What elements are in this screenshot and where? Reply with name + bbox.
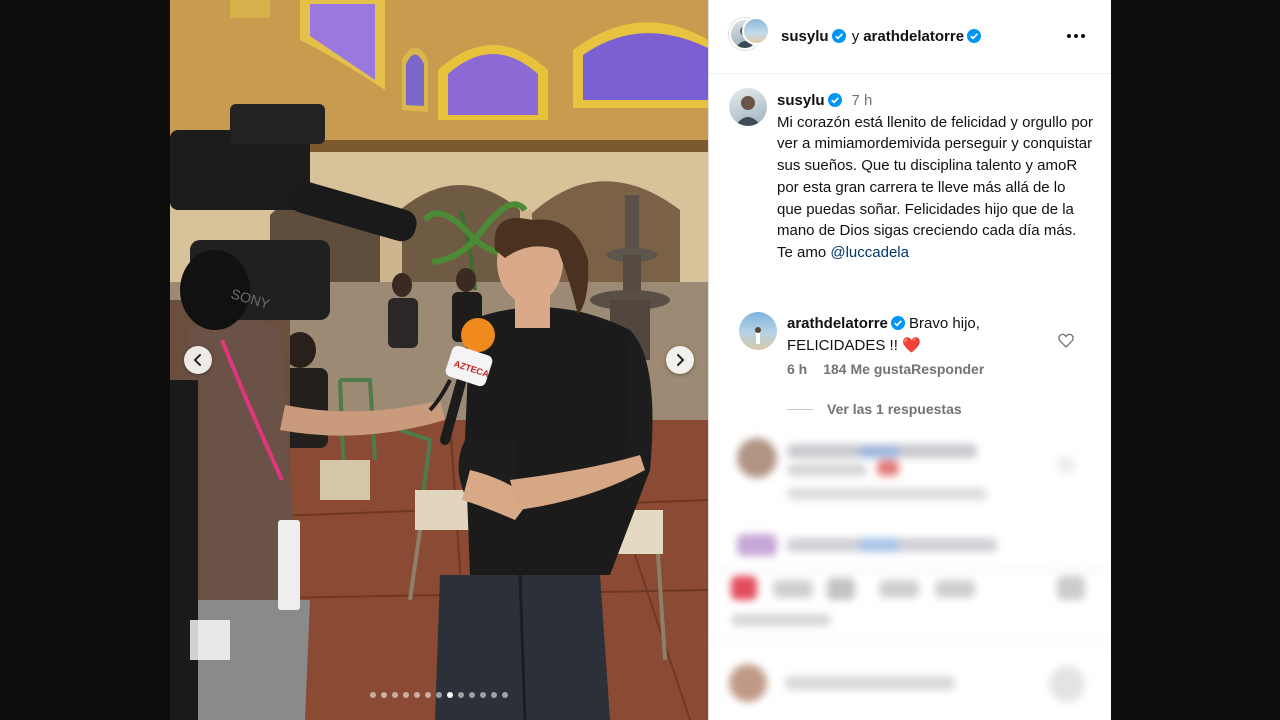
reply-button[interactable]: Responder	[911, 361, 984, 377]
more-icon	[1067, 34, 1071, 38]
chevron-right-icon	[677, 354, 685, 366]
verified-icon	[831, 29, 846, 43]
carousel-dot	[414, 692, 420, 698]
post-header: susylu y arathdelatorre	[709, 0, 1111, 74]
caption-username[interactable]: susylu	[777, 92, 825, 109]
post-sidebar: susylu y arathdelatorre susylu 7 h Mi cora…	[708, 0, 1111, 720]
verified-icon	[827, 93, 842, 107]
author-username[interactable]: susylu	[781, 28, 829, 45]
carousel-dot	[370, 692, 376, 698]
carousel-dot	[392, 692, 398, 698]
commenter-avatar[interactable]	[739, 312, 777, 350]
more-icon-dot	[1081, 34, 1085, 38]
more-icon-dot	[1074, 34, 1078, 38]
caption-mention[interactable]: @luccadela	[830, 244, 909, 261]
carousel-dot	[458, 692, 464, 698]
carousel-indicator	[170, 692, 708, 698]
carousel-dot	[436, 692, 442, 698]
carousel-dot	[469, 692, 475, 698]
photo-scene: SONY AZTECA	[170, 0, 708, 720]
comment-likes[interactable]: 184 Me gusta	[823, 361, 911, 377]
comment-meta: 6 h 184 Me gustaResponder	[787, 361, 984, 377]
left-backdrop	[0, 0, 170, 720]
carousel-dot	[480, 692, 486, 698]
comment-username[interactable]: arathdelatorre	[787, 315, 888, 332]
comment: arathdelatorre Bravo hijo, FELICIDADES !…	[787, 313, 1057, 356]
caption-body-text: Mi corazón está llenito de felicidad y o…	[777, 113, 1094, 261]
caption-avatar[interactable]	[729, 88, 767, 126]
carousel-dot	[447, 692, 453, 698]
post-caption: susylu 7 h Mi corazón está llenito de fel…	[777, 90, 1093, 264]
carousel-dot	[491, 692, 497, 698]
post-photo[interactable]: SONY AZTECA	[170, 0, 708, 720]
carousel-dot	[502, 692, 508, 698]
coauthor-username[interactable]: arathdelatorre	[863, 28, 964, 45]
coauthor-avatar[interactable]	[742, 17, 770, 45]
verified-icon	[967, 29, 982, 43]
verified-icon	[890, 316, 905, 330]
more-options-button[interactable]	[1065, 26, 1087, 46]
previous-image-button[interactable]	[184, 346, 212, 374]
next-image-button[interactable]	[666, 346, 694, 374]
view-replies-button[interactable]: Ver las 1 respuestas	[787, 401, 962, 417]
post-authors: susylu y arathdelatorre	[781, 28, 982, 45]
carousel-dot	[381, 692, 387, 698]
like-heart-icon[interactable]	[1058, 333, 1074, 348]
carousel-dot	[425, 692, 431, 698]
view-replies-label: Ver las 1 respuestas	[827, 401, 962, 417]
replies-divider	[787, 408, 813, 410]
blurred-comments	[709, 430, 1111, 720]
carousel-dot	[403, 692, 409, 698]
right-backdrop	[1110, 0, 1280, 720]
chevron-left-icon	[193, 354, 201, 366]
caption-time[interactable]: 7 h	[852, 92, 873, 109]
authors-joiner: y	[851, 28, 860, 45]
caption-text: Mi corazón está llenito de felicidad y o…	[777, 112, 1093, 264]
comment-time[interactable]: 6 h	[787, 361, 807, 377]
